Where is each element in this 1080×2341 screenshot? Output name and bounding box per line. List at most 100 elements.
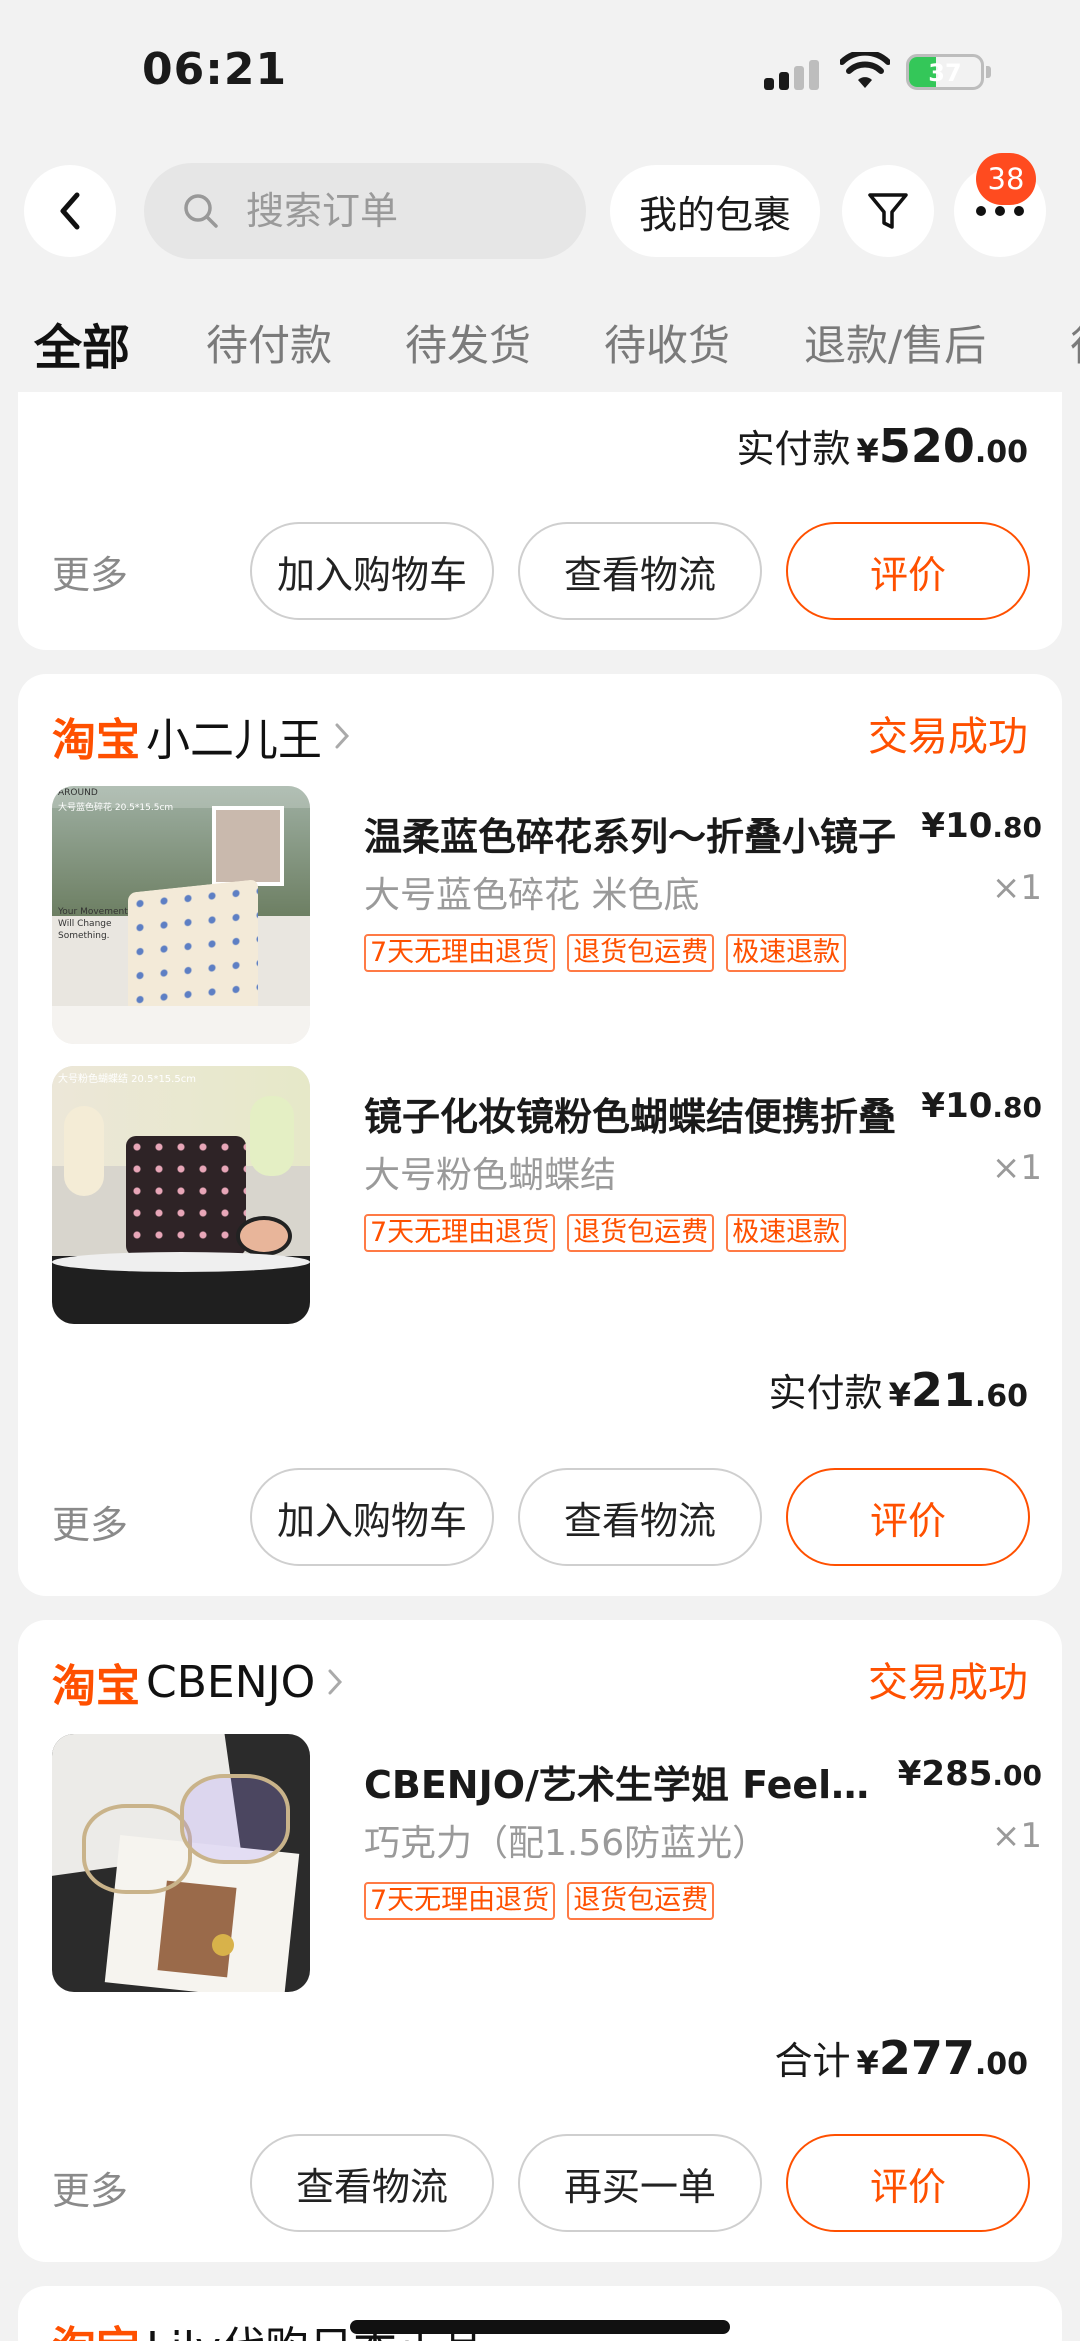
- order-tabs: 全部 待付款 待发货 待收货 退款/售后 待: [0, 312, 1080, 382]
- review-button[interactable]: 评价: [786, 1468, 1030, 1566]
- total-label: 实付款: [736, 427, 851, 471]
- product-title[interactable]: 温柔蓝色碎花系列～折叠小镜子: [364, 806, 904, 861]
- total-integer: 520: [878, 419, 975, 473]
- currency-symbol: ¥: [888, 1376, 911, 1414]
- message-count-badge: 38: [976, 153, 1036, 205]
- filter-icon: [868, 193, 908, 229]
- battery-icon: 37: [906, 54, 984, 90]
- view-logistics-button[interactable]: 查看物流: [518, 1468, 762, 1566]
- service-tag: 7天无理由退货: [364, 934, 556, 972]
- review-button[interactable]: 评价: [786, 522, 1030, 620]
- my-packages-button[interactable]: 我的包裹: [610, 165, 820, 257]
- order-status: 交易成功: [868, 714, 1028, 760]
- wifi-icon: [840, 52, 890, 88]
- status-bar: 06:21 37: [0, 0, 1080, 150]
- price-integer: 285: [921, 1754, 993, 1794]
- view-logistics-button[interactable]: 查看物流: [518, 522, 762, 620]
- price-decimal: .00: [992, 1759, 1042, 1792]
- service-tags: 7天无理由退货 退货包运费 极速退款: [364, 1214, 847, 1252]
- thumb-text: AROUND: [58, 788, 98, 798]
- total-decimal: .00: [974, 2047, 1028, 2082]
- service-tag: 退货包运费: [567, 1882, 715, 1920]
- chevron-right-icon: [335, 723, 350, 749]
- product-quantity: ×1: [991, 1148, 1042, 1188]
- product-thumbnail-glasses[interactable]: [52, 1734, 310, 1992]
- tab-overflow[interactable]: 待: [1070, 312, 1080, 373]
- chevron-right-icon: [328, 1669, 343, 1695]
- search-input[interactable]: [246, 189, 546, 233]
- product-title[interactable]: CBENJO/艺术生学姐 Feel眼镜框: [364, 1754, 904, 1809]
- chevron-left-icon: [60, 192, 80, 230]
- shop-header[interactable]: 淘宝 小二儿王: [52, 704, 350, 768]
- shop-name: CBENJO: [146, 1656, 316, 1708]
- order-total: 实付款 ¥520.00: [737, 418, 1028, 473]
- buy-again-button[interactable]: 再买一单: [518, 2134, 762, 2232]
- thumb-caption-2: Your Movement Will Change Something.: [58, 907, 128, 941]
- price-decimal: .80: [992, 1091, 1042, 1124]
- product-thumbnail-pink-bow-mirror[interactable]: 大号粉色蝴蝶结 20.5*15.5cm: [52, 1066, 310, 1324]
- product-title[interactable]: 镜子化妆镜粉色蝴蝶结便携折叠: [364, 1086, 904, 1141]
- service-tag: 7天无理由退货: [364, 1214, 556, 1252]
- currency-symbol: ¥: [897, 1754, 922, 1794]
- product-quantity: ×1: [991, 868, 1042, 908]
- product-thumbnail-blue-floral-mirror[interactable]: AROUND 大号蓝色碎花 20.5*15.5cm Your Movement …: [52, 786, 310, 1044]
- taobao-brand: 淘宝: [52, 2312, 140, 2341]
- thumb-caption: 大号粉色蝴蝶结 20.5*15.5cm: [58, 1074, 196, 1085]
- currency-symbol: ¥: [856, 2044, 879, 2082]
- currency-symbol: ¥: [856, 432, 879, 470]
- taobao-brand: 淘宝: [52, 715, 140, 766]
- service-tag: 退货包运费: [567, 1214, 715, 1252]
- order-item[interactable]: 大号粉色蝴蝶结 20.5*15.5cm 镜子化妆镜粉色蝴蝶结便携折叠 ¥10.8…: [52, 1066, 1042, 1326]
- order-total: 合计 ¥277.00: [775, 2030, 1028, 2085]
- total-decimal: .60: [974, 1379, 1028, 1414]
- order-card: 淘宝 CBENJO 交易成功 CBENJO/艺术生学姐 Feel眼镜框 ¥285…: [18, 1620, 1062, 2262]
- total-integer: 21: [910, 1363, 975, 1417]
- taobao-brand: 淘宝: [52, 1661, 140, 1712]
- service-tag: 极速退款: [726, 934, 847, 972]
- product-quantity: ×1: [991, 1816, 1042, 1856]
- total-label: 合计: [774, 2039, 851, 2083]
- status-time: 06:21: [142, 44, 288, 95]
- service-tag: 极速退款: [726, 1214, 847, 1252]
- back-button[interactable]: [24, 165, 116, 257]
- cellular-signal-icon: [764, 60, 820, 90]
- order-item[interactable]: CBENJO/艺术生学姐 Feel眼镜框 ¥285.00 巧克力（配1.56防蓝…: [52, 1734, 1042, 1994]
- tab-pending-shipment[interactable]: 待发货: [405, 312, 531, 373]
- price-integer: 10: [945, 1086, 993, 1126]
- filter-button[interactable]: [842, 165, 934, 257]
- product-spec: 大号蓝色碎花 米色底: [364, 875, 700, 916]
- price-decimal: .80: [992, 811, 1042, 844]
- total-integer: 277: [878, 2031, 975, 2085]
- total-label: 实付款: [768, 1371, 883, 1415]
- search-box[interactable]: [144, 163, 586, 259]
- service-tags: 7天无理由退货 退货包运费 极速退款: [364, 934, 847, 972]
- order-item[interactable]: AROUND 大号蓝色碎花 20.5*15.5cm Your Movement …: [52, 786, 1042, 1046]
- product-spec: 大号粉色蝴蝶结: [364, 1155, 617, 1196]
- tab-refund-aftersale[interactable]: 退款/售后: [804, 312, 986, 373]
- product-price: ¥10.80: [921, 1086, 1042, 1126]
- product-price: ¥285.00: [898, 1754, 1042, 1794]
- more-link[interactable]: 更多: [52, 544, 128, 599]
- battery-percent: 37: [928, 59, 962, 87]
- add-to-cart-button[interactable]: 加入购物车: [250, 522, 494, 620]
- order-card-previous: 实付款 ¥520.00 更多 加入购物车 查看物流 评价: [18, 392, 1062, 650]
- shop-header[interactable]: 淘宝 CBENJO: [52, 1650, 343, 1714]
- more-link[interactable]: 更多: [52, 2160, 128, 2215]
- tab-all[interactable]: 全部: [34, 312, 130, 378]
- currency-symbol: ¥: [921, 806, 946, 846]
- tab-pending-receipt[interactable]: 待收货: [604, 312, 730, 373]
- product-price: ¥10.80: [921, 806, 1042, 846]
- total-decimal: .00: [974, 435, 1028, 470]
- search-icon: [184, 194, 218, 228]
- review-button[interactable]: 评价: [786, 2134, 1030, 2232]
- thumb-caption: 大号蓝色碎花 20.5*15.5cm: [58, 803, 174, 813]
- battery-nub: [986, 66, 991, 78]
- currency-symbol: ¥: [921, 1086, 946, 1126]
- service-tag: 7天无理由退货: [364, 1882, 556, 1920]
- add-to-cart-button[interactable]: 加入购物车: [250, 1468, 494, 1566]
- more-link[interactable]: 更多: [52, 1494, 128, 1549]
- order-total: 实付款 ¥21.60: [769, 1362, 1028, 1417]
- view-logistics-button[interactable]: 查看物流: [250, 2134, 494, 2232]
- service-tags: 7天无理由退货 退货包运费: [364, 1882, 715, 1920]
- tab-pending-payment[interactable]: 待付款: [206, 312, 332, 373]
